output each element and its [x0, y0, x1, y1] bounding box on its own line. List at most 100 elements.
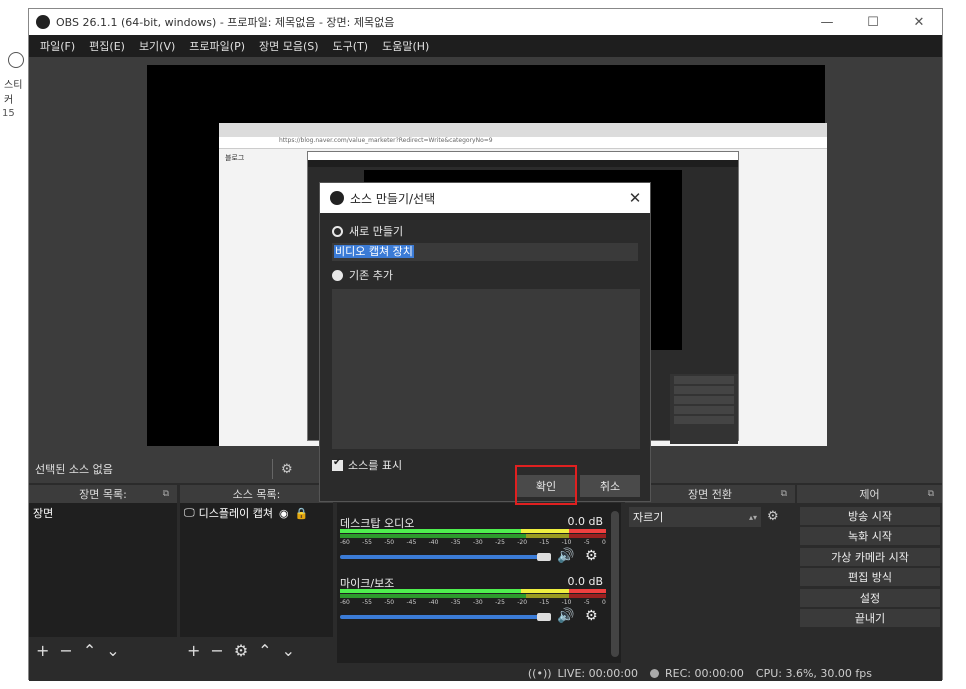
- title-bar: OBS 26.1.1 (64-bit, windows) - 프로파일: 제목없…: [29, 9, 942, 35]
- volume-meter: [340, 589, 606, 593]
- start-virtual-camera-button[interactable]: 가상 카메라 시작: [800, 548, 940, 566]
- speaker-icon[interactable]: 🔊: [557, 548, 574, 564]
- checkbox-checked-icon[interactable]: [332, 457, 343, 471]
- volume-meter: [340, 534, 606, 538]
- captured-menu: [308, 160, 738, 167]
- cancel-button[interactable]: 취소: [580, 475, 640, 497]
- mixer-channel-db: 0.0 dB: [567, 575, 603, 588]
- lock-icon[interactable]: 🔒: [295, 507, 309, 520]
- captured-btn: [674, 406, 734, 414]
- captured-btn: [674, 396, 734, 404]
- spinner-icon: ▴▾: [748, 512, 757, 522]
- menu-tools[interactable]: 도구(T): [326, 38, 376, 54]
- tick: -35: [450, 539, 461, 546]
- tick: -35: [450, 599, 461, 606]
- remove-icon[interactable]: −: [59, 641, 72, 660]
- scenes-header: 장면 목록: ⧉: [29, 485, 177, 503]
- controls-title: 제어: [859, 488, 880, 501]
- tick: -55: [362, 599, 372, 606]
- side-number: 15: [2, 108, 15, 119]
- start-recording-button[interactable]: 녹화 시작: [800, 527, 940, 545]
- transition-select[interactable]: 자르기 ▴▾: [629, 507, 761, 527]
- chevron-down-icon[interactable]: ⌄: [106, 641, 119, 660]
- menu-help[interactable]: 도움말(H): [375, 38, 436, 54]
- gear-icon[interactable]: ⚙: [767, 509, 779, 524]
- audio-mixer: 데스크탑 오디오 0.0 dB -60 -55 -50 -45 -40 -35 -30 -25…: [337, 503, 621, 663]
- controls-panel: 방송 시작 녹화 시작 가상 카메라 시작 편집 방식 설정 끝내기: [797, 503, 942, 663]
- minimize-button[interactable]: —: [804, 15, 850, 30]
- gear-icon[interactable]: ⚙: [281, 462, 293, 477]
- add-icon[interactable]: +: [187, 641, 200, 660]
- gear-icon[interactable]: ⚙: [234, 641, 248, 660]
- undock-icon[interactable]: ⧉: [163, 489, 169, 499]
- cpu-status: CPU: 3.6%, 30.00 fps: [755, 666, 872, 680]
- source-name: 디스플레이 캡쳐: [198, 507, 273, 520]
- menu-edit[interactable]: 편집(E): [82, 38, 132, 54]
- volume-slider-handle[interactable]: [537, 553, 551, 561]
- create-new-option[interactable]: 새로 만들기: [332, 223, 403, 239]
- gear-icon[interactable]: ⚙: [585, 608, 598, 624]
- create-new-label: 새로 만들기: [349, 225, 404, 238]
- tick: -15: [539, 599, 550, 606]
- captured-blog-label: 블로그: [225, 154, 245, 162]
- mixer-channel-db: 0.0 dB: [567, 515, 603, 528]
- tick: -20: [517, 599, 528, 606]
- volume-slider-handle[interactable]: [537, 613, 551, 621]
- tick: 0: [602, 599, 606, 606]
- radio-icon[interactable]: [332, 269, 343, 281]
- radio-selected-icon[interactable]: [332, 225, 343, 237]
- captured-btn: [674, 416, 734, 424]
- add-icon[interactable]: +: [36, 641, 49, 660]
- menu-file[interactable]: 파일(F): [33, 38, 82, 54]
- tick: 0: [602, 539, 606, 546]
- maximize-button[interactable]: ☐: [850, 15, 896, 30]
- visible-checkbox-row[interactable]: 소스를 표시: [332, 457, 402, 473]
- volume-slider[interactable]: [340, 555, 540, 559]
- settings-button[interactable]: 설정: [800, 589, 940, 607]
- scenes-title: 장면 목록:: [79, 488, 127, 501]
- chevron-up-icon[interactable]: ⌃: [258, 641, 271, 660]
- studio-mode-button[interactable]: 편집 방식: [800, 568, 940, 586]
- scenes-list: 장면: [29, 503, 177, 637]
- gear-icon[interactable]: ⚙: [585, 548, 598, 564]
- volume-meter: [340, 594, 606, 598]
- tick: -10: [561, 539, 572, 546]
- existing-sources-list[interactable]: [332, 289, 640, 449]
- mixer-scrollbar[interactable]: [611, 511, 619, 657]
- tick: -50: [384, 539, 395, 546]
- captured-btn: [674, 386, 734, 394]
- start-streaming-button[interactable]: 방송 시작: [800, 507, 940, 525]
- broadcast-icon: ((•)): [527, 666, 552, 680]
- undock-icon[interactable]: ⧉: [928, 489, 934, 499]
- close-icon[interactable]: ✕: [620, 189, 650, 207]
- menu-scene-collection[interactable]: 장면 모음(S): [252, 38, 326, 54]
- transitions-panel: 자르기 ▴▾ ⚙: [625, 503, 795, 663]
- tick: -40: [428, 599, 439, 606]
- speaker-icon[interactable]: 🔊: [557, 608, 574, 624]
- eye-icon[interactable]: ◉: [279, 507, 289, 520]
- meter-scale: -60 -55 -50 -45 -40 -35 -30 -25 -20 -15 -10 -5 0: [340, 539, 606, 547]
- menu-bar: 파일(F) 편집(E) 보기(V) 프로파일(P) 장면 모음(S) 도구(T)…: [29, 35, 942, 57]
- use-existing-option[interactable]: 기존 추가: [332, 267, 393, 283]
- live-status: ((•)) LIVE: 00:00:00: [528, 667, 638, 680]
- chevron-down-icon[interactable]: ⌄: [282, 641, 295, 660]
- close-button[interactable]: ✕: [896, 15, 942, 30]
- remove-icon[interactable]: −: [210, 641, 223, 660]
- transition-value: 자르기: [633, 511, 664, 524]
- exit-button[interactable]: 끝내기: [800, 609, 940, 627]
- chevron-up-icon[interactable]: ⌃: [83, 641, 96, 660]
- red-highlight-box: [515, 465, 577, 505]
- source-item[interactable]: 🖵 디스플레이 캡쳐 ◉ 🔒: [180, 503, 333, 523]
- volume-slider[interactable]: [340, 615, 540, 619]
- captured-url: https://blog.naver.com/value_marketer?Re…: [219, 137, 827, 149]
- menu-view[interactable]: 보기(V): [132, 38, 182, 54]
- captured-controls: [670, 374, 738, 444]
- source-name-input[interactable]: 비디오 캡쳐 장치: [332, 243, 638, 261]
- scene-item[interactable]: 장면: [29, 503, 177, 523]
- tick: -30: [472, 539, 483, 546]
- menu-profile[interactable]: 프로파일(P): [182, 38, 252, 54]
- meter-scale: -60 -55 -50 -45 -40 -35 -30 -25 -20 -15 -10 -5 0: [340, 599, 606, 607]
- undock-icon[interactable]: ⧉: [781, 489, 787, 499]
- sources-header: 소스 목록: ⧉: [180, 485, 333, 503]
- tick: -40: [428, 539, 439, 546]
